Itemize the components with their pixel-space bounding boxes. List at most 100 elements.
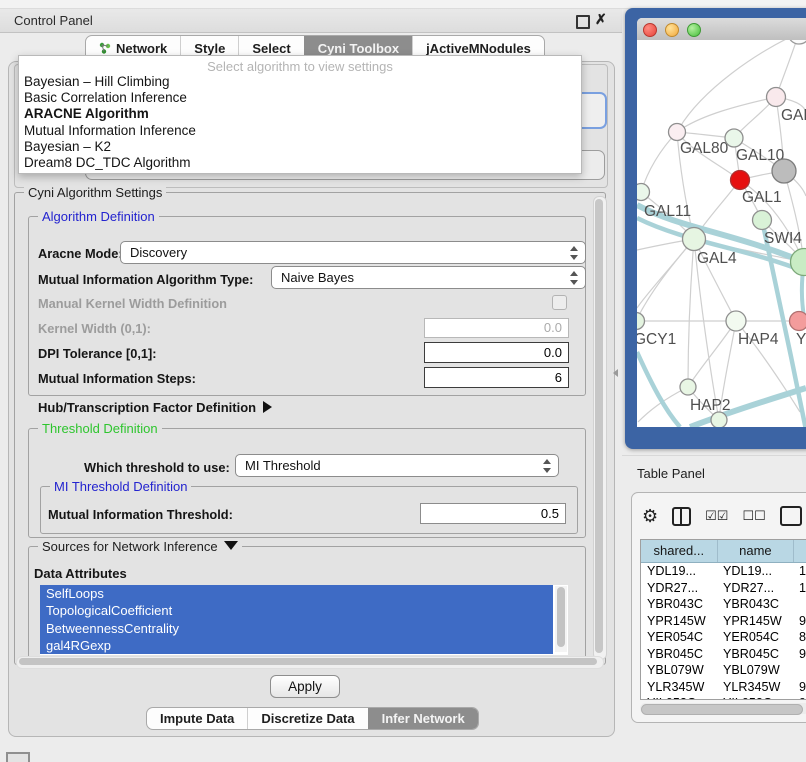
mi-steps-input[interactable]: 6 [424,367,569,388]
panel-icon[interactable] [780,506,802,526]
collapsed-panel-button[interactable] [6,752,30,762]
minimize-traffic-light-icon[interactable] [665,23,679,37]
node-label: GAL11 [644,203,691,220]
network-node-gal1[interactable] [731,171,750,190]
algorithm-option[interactable]: ARACNE Algorithm [19,106,581,122]
attribute-item[interactable]: BetweennessCentrality [40,620,553,637]
tab-label: jActiveMNodules [426,41,531,56]
tab-discretize-data[interactable]: Discretize Data [247,708,367,729]
scrollbar-thumb[interactable] [557,587,565,647]
table-panel-title: Table Panel [637,466,705,481]
network-node-gal80[interactable] [669,124,686,141]
table-cell: YBR045C [641,646,717,663]
network-icon [99,42,111,54]
kernel-width-input[interactable]: 0.0 [424,318,569,338]
attribute-item[interactable]: SelfLoops [40,585,553,602]
scrollbar-thumb[interactable] [19,658,597,665]
node-label: HAP4 [738,331,779,348]
bottom-tab-bar: Impute Data Discretize Data Infer Network [146,707,479,730]
node-label: GAL [781,107,806,124]
network-node-gal[interactable] [767,88,786,107]
algorithm-option[interactable]: Dream8 DC_TDC Algorithm [19,155,581,171]
table-cell: YDR27... [717,580,793,597]
node-table[interactable]: shared...name YDL19...YDL19...13YDR27...… [640,539,806,700]
control-panel-titlebar: Control Panel ✗ [0,9,622,33]
table-row[interactable]: YDL19...YDL19...13 [641,563,806,580]
manual-kernel-checkbox[interactable] [552,295,567,310]
node-label: GAL80 [680,140,729,157]
panel-resize-arrow-icon[interactable] [613,369,618,377]
zoom-traffic-light-icon[interactable] [687,23,701,37]
table-cell: YPR145W [641,613,717,630]
network-node-gal4[interactable] [683,228,706,251]
network-node-hap2[interactable] [680,379,696,395]
algorithm-option[interactable]: Bayesian – K2 [19,139,581,155]
close-icon[interactable]: ✗ [595,11,607,28]
network-node-hap4[interactable] [726,311,746,331]
network-node-gcy1[interactable] [637,313,645,330]
settings-vertical-scrollbar[interactable] [593,196,607,660]
table-row[interactable]: YIL052CYIL052C9. [641,695,806,700]
table-row[interactable]: YER054CYER054C8. [641,629,806,646]
network-edge [637,239,694,308]
gear-icon[interactable]: ⚙ [642,506,658,526]
column-header[interactable]: name [718,540,795,562]
mi-threshold-input[interactable]: 0.5 [420,503,566,524]
algorithm-option[interactable]: Mutual Information Inference [19,123,581,139]
table-cell: YBR043C [641,596,717,613]
column-header[interactable] [794,540,806,562]
tab-impute-data[interactable]: Impute Data [147,708,247,729]
which-threshold-value: MI Threshold [245,458,321,473]
table-cell: YLR345W [717,679,793,696]
sources-title[interactable]: Sources for Network Inference [38,539,242,554]
table-cell: 8. [793,629,806,646]
table-horizontal-scrollbar[interactable] [640,703,806,714]
scrollbar-thumb[interactable] [641,704,803,715]
table-row[interactable]: YDR27...YDR27...12 [641,580,806,597]
table-row[interactable]: YLR345WYLR345W9. [641,679,806,696]
table-row[interactable]: YBL079WYBL079W [641,662,806,679]
aracne-mode-combo[interactable]: Discovery [120,241,586,264]
network-node-y[interactable] [790,312,806,331]
tab-infer-network[interactable]: Infer Network [368,708,478,729]
table-row[interactable]: YBR043CYBR043C [641,596,806,613]
columns-icon[interactable] [672,507,691,526]
apply-button[interactable]: Apply [270,675,340,698]
attribute-item[interactable]: TopologicalCoefficient [40,602,553,619]
settings-horizontal-scrollbar[interactable] [16,656,604,669]
table-cell [793,596,806,613]
list-vertical-scrollbar[interactable] [555,586,567,652]
network-window-titlebar[interactable] [637,18,806,41]
table-cell: 9. [793,679,806,696]
tab-label: Discretize Data [261,711,354,726]
column-header[interactable]: shared... [641,540,718,562]
network-node[interactable] [711,412,727,427]
attribute-item[interactable]: gal4RGexp [40,637,553,654]
close-traffic-light-icon[interactable] [643,23,657,37]
algorithm-option[interactable]: Bayesian – Hill Climbing [19,74,581,90]
tab-label: Select [252,41,290,56]
float-window-icon[interactable] [576,15,590,29]
data-attributes-list[interactable]: SelfLoopsTopologicalCoefficientBetweenne… [40,585,568,655]
algorithm-option[interactable]: Basic Correlation Inference [19,90,581,106]
network-node-gal11[interactable] [637,184,650,201]
mi-type-combo[interactable]: Naive Bayes [271,266,586,289]
hub-definition-toggle[interactable]: Hub/Transcription Factor Definition [38,400,272,415]
network-node[interactable] [772,159,796,183]
table-row[interactable]: YPR145WYPR145W9. [641,613,806,630]
network-node-gal10[interactable] [725,129,743,147]
which-threshold-combo[interactable]: MI Threshold [235,454,559,477]
dpi-input[interactable]: 0.0 [424,342,569,363]
table-row[interactable]: YBR045CYBR045C9. [641,646,806,663]
scrollbar-thumb[interactable] [595,199,603,653]
deselect-all-checkboxes-icon[interactable]: ☐☐ [742,508,765,524]
network-node-swi4[interactable] [753,211,772,230]
table-cell: YER054C [717,629,793,646]
network-canvas[interactable]: GALGAL80GAL10GAL1GAL11SWI4GAL4GCY1HAP4YH… [637,40,806,427]
node-label: Y [796,331,806,348]
select-all-checkboxes-icon[interactable]: ☑☑ [705,508,728,524]
cyni-settings-title: Cyni Algorithm Settings [24,185,166,200]
network-node[interactable] [788,40,806,44]
network-node[interactable] [791,249,806,276]
node-label: GAL1 [742,189,782,206]
